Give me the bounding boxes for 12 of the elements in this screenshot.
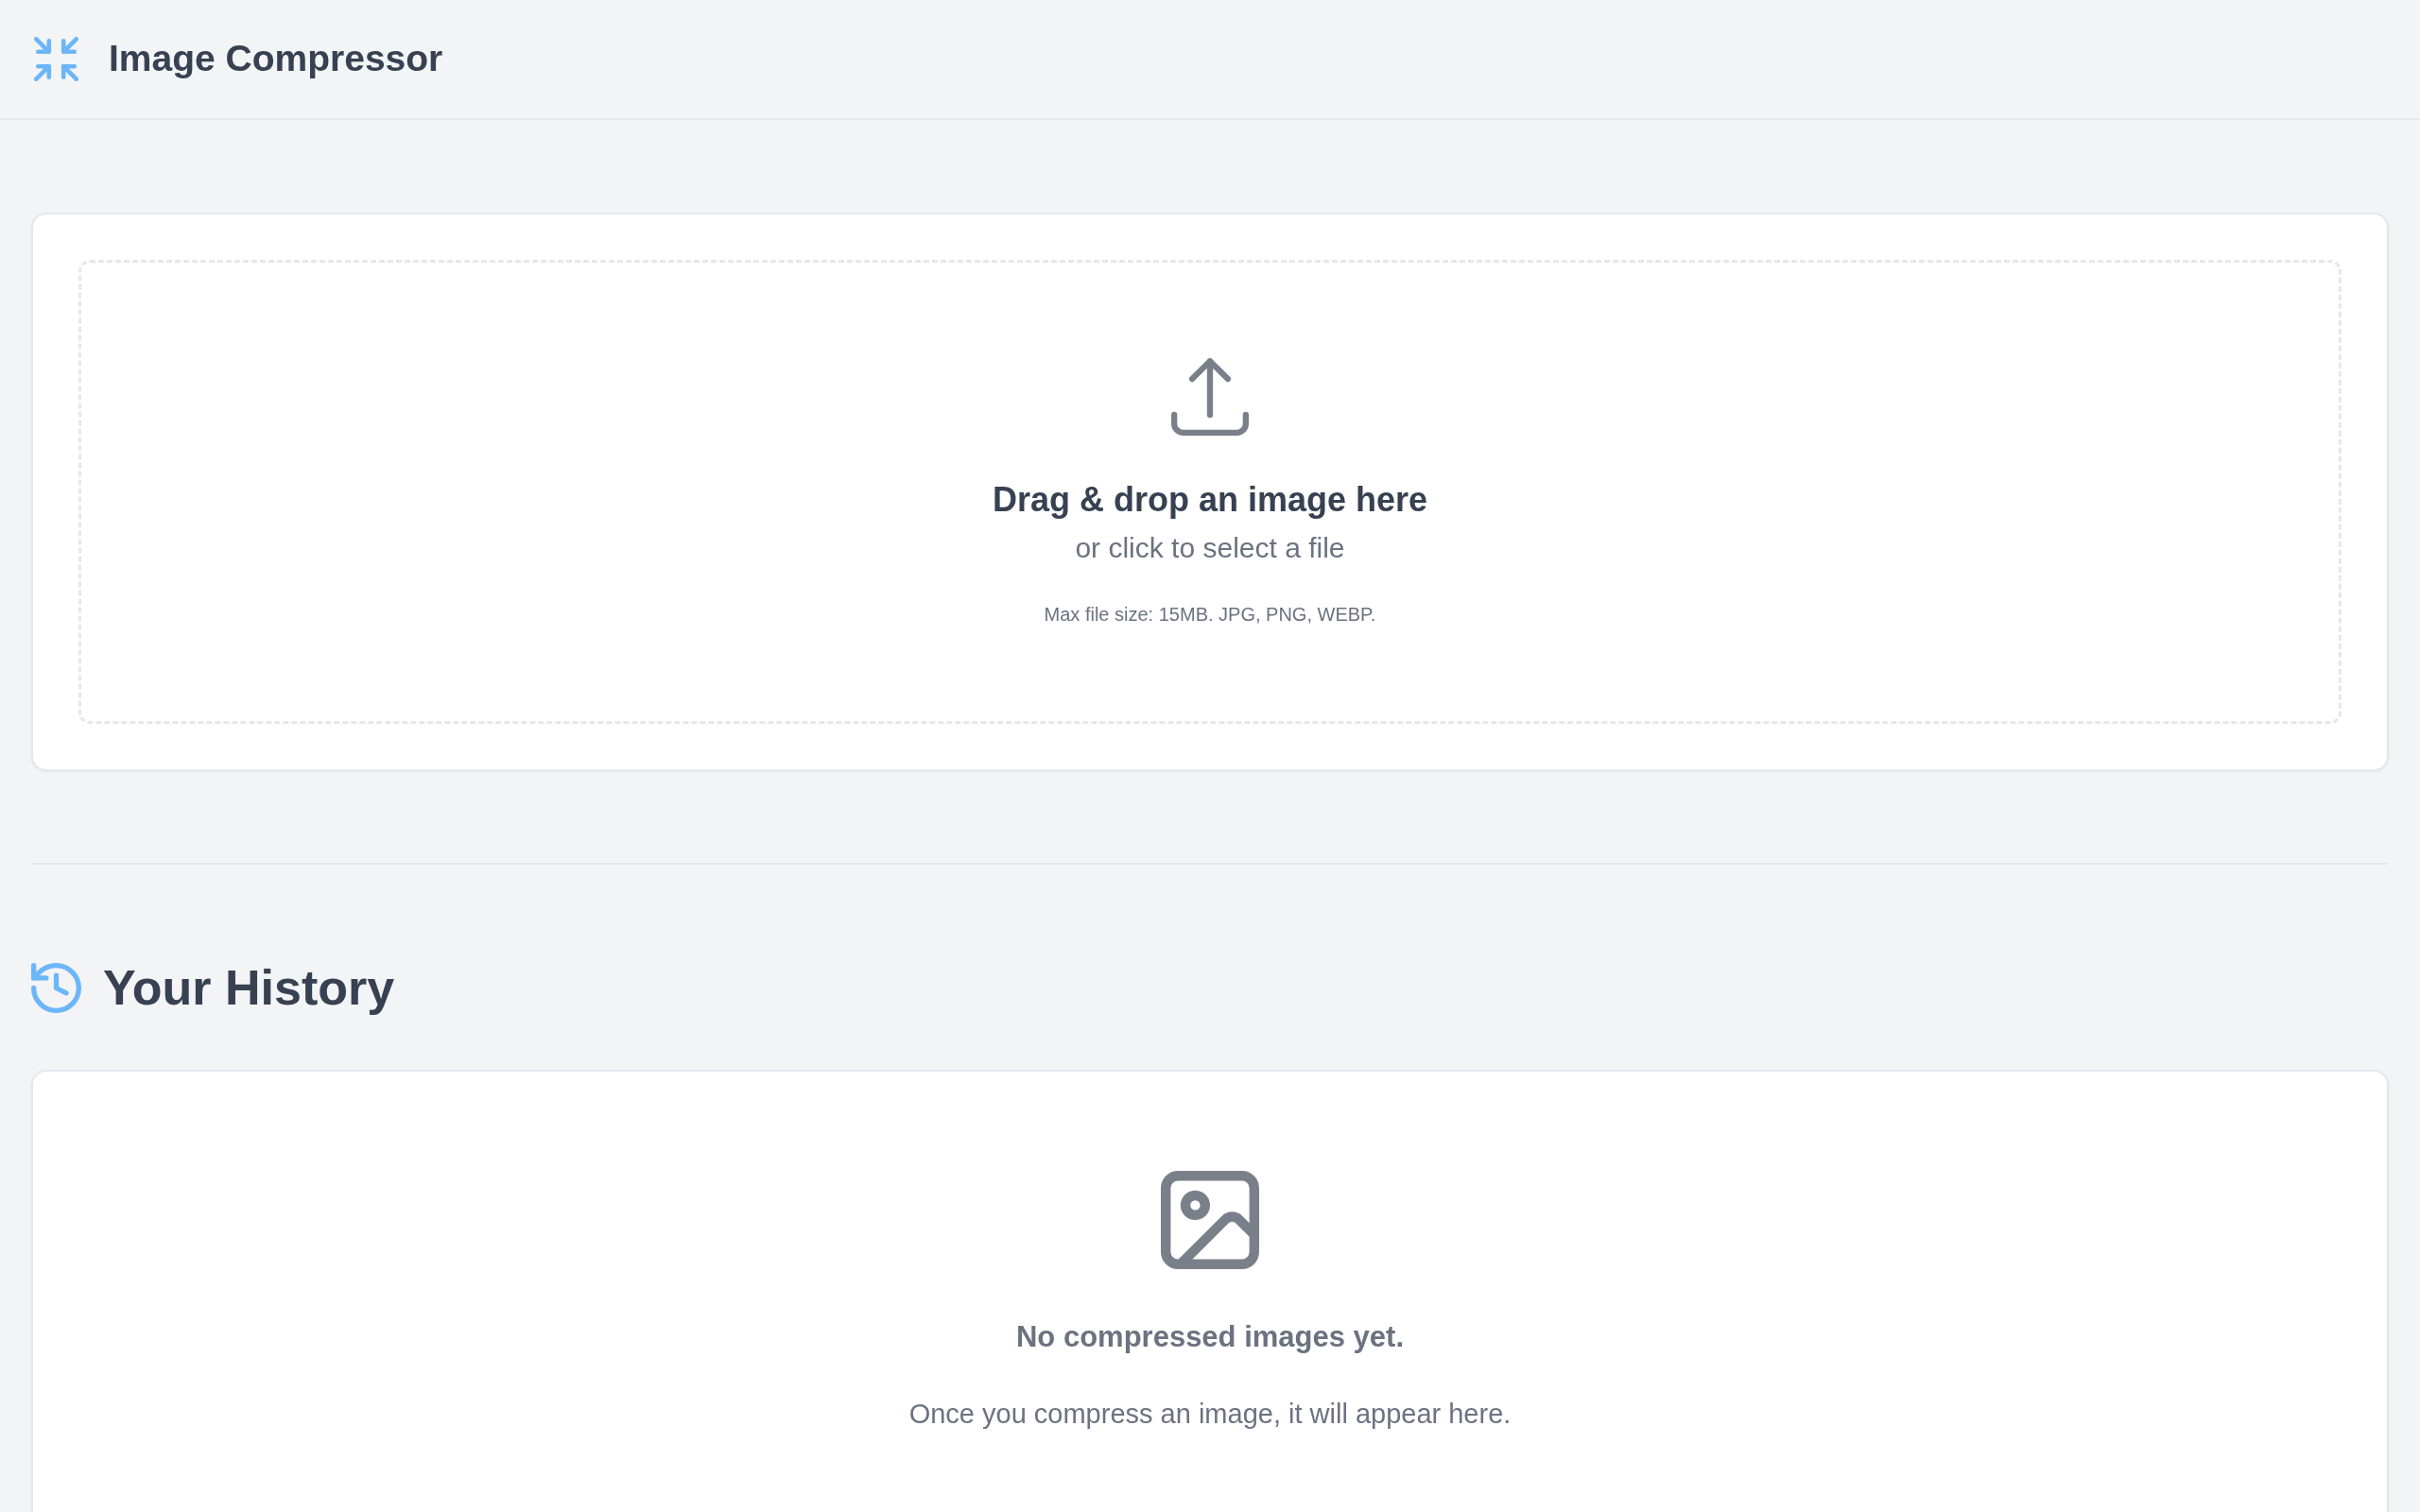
drop-subtext: or click to select a file [1075, 531, 1345, 566]
history-icon [31, 962, 81, 1013]
empty-state-message: Once you compress an image, it will appear here. [908, 1398, 1512, 1432]
drop-zone[interactable]: Drag & drop an image here or click to select a file Max file size: 15MB. JPG, PNG, WEBP. [78, 260, 2342, 724]
section-title: Your History [103, 959, 395, 1017]
upload-icon [1171, 357, 1249, 436]
file-limits-hint: Max file size: 15MB. JPG, PNG, WEBP. [1044, 603, 1376, 627]
image-icon [1161, 1171, 1259, 1270]
app-title: Image Compressor [109, 37, 443, 81]
compress-arrows-icon [34, 37, 78, 81]
empty-state-title: No compressed images yet. [1015, 1319, 1405, 1356]
drop-heading: Drag & drop an image here [992, 478, 1428, 521]
